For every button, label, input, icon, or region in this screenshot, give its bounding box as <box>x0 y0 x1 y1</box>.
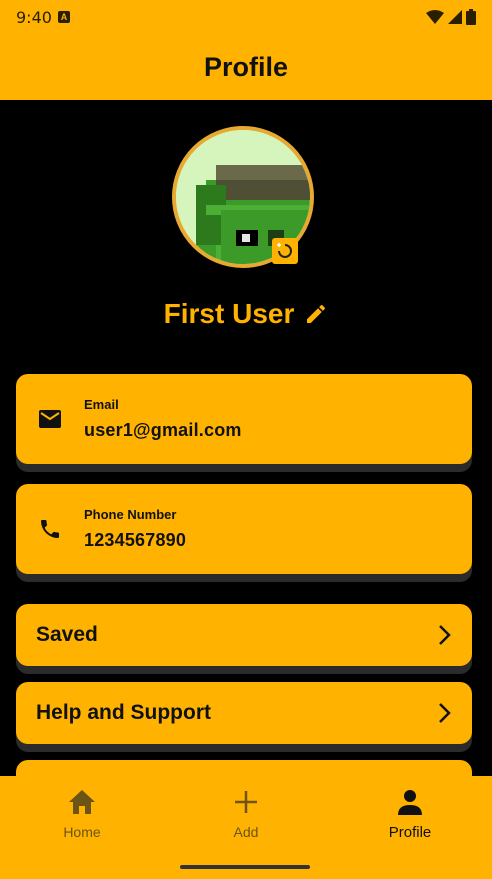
app-bar: Profile <box>0 34 492 100</box>
nav-profile-label: Profile <box>388 824 432 841</box>
phone-label: Phone Number <box>84 507 177 522</box>
home-icon <box>69 790 95 814</box>
battery-icon <box>466 9 476 25</box>
profile-name-row: First User <box>0 294 492 334</box>
page-title: Profile <box>203 51 289 82</box>
status-icons <box>426 9 476 25</box>
nav-home[interactable]: Home <box>0 788 164 848</box>
chevron-right-icon <box>439 625 451 645</box>
nav-home-label: Home <box>63 824 101 840</box>
nav-add-label: Add <box>233 824 259 840</box>
saved-menu-item[interactable]: Saved <box>16 604 472 666</box>
help-support-menu-item[interactable]: Help and Support <box>16 682 472 744</box>
plus-icon <box>235 791 257 813</box>
refresh-icon <box>277 243 292 258</box>
gesture-bar <box>180 865 310 869</box>
email-label: Email <box>84 397 119 412</box>
pencil-icon[interactable] <box>304 302 328 326</box>
email-card: Email user1@gmail.com <box>16 374 472 464</box>
chevron-right-icon <box>439 703 451 723</box>
edit-avatar-button[interactable] <box>272 238 298 264</box>
nav-profile[interactable]: Profile <box>328 788 492 848</box>
avatar-container[interactable] <box>172 126 314 268</box>
status-time: 9:40 <box>16 7 52 27</box>
profile-name: First User <box>163 298 295 329</box>
status-bar: 9:40 A <box>0 0 492 34</box>
help-support-label: Help and Support <box>36 701 211 724</box>
nav-add[interactable]: Add <box>164 788 328 848</box>
phone-card: Phone Number 1234567890 <box>16 484 472 574</box>
notification-icon: A <box>57 11 70 23</box>
phone-value: 1234567890 <box>84 530 187 550</box>
mail-icon <box>39 410 61 428</box>
wifi-icon <box>426 10 444 24</box>
signal-icon <box>448 10 462 24</box>
saved-label: Saved <box>36 623 98 646</box>
bottom-navigation: Home Add Profile <box>0 776 492 879</box>
phone-icon <box>41 520 59 538</box>
email-value: user1@gmail.com <box>84 420 242 440</box>
person-icon <box>398 790 422 815</box>
